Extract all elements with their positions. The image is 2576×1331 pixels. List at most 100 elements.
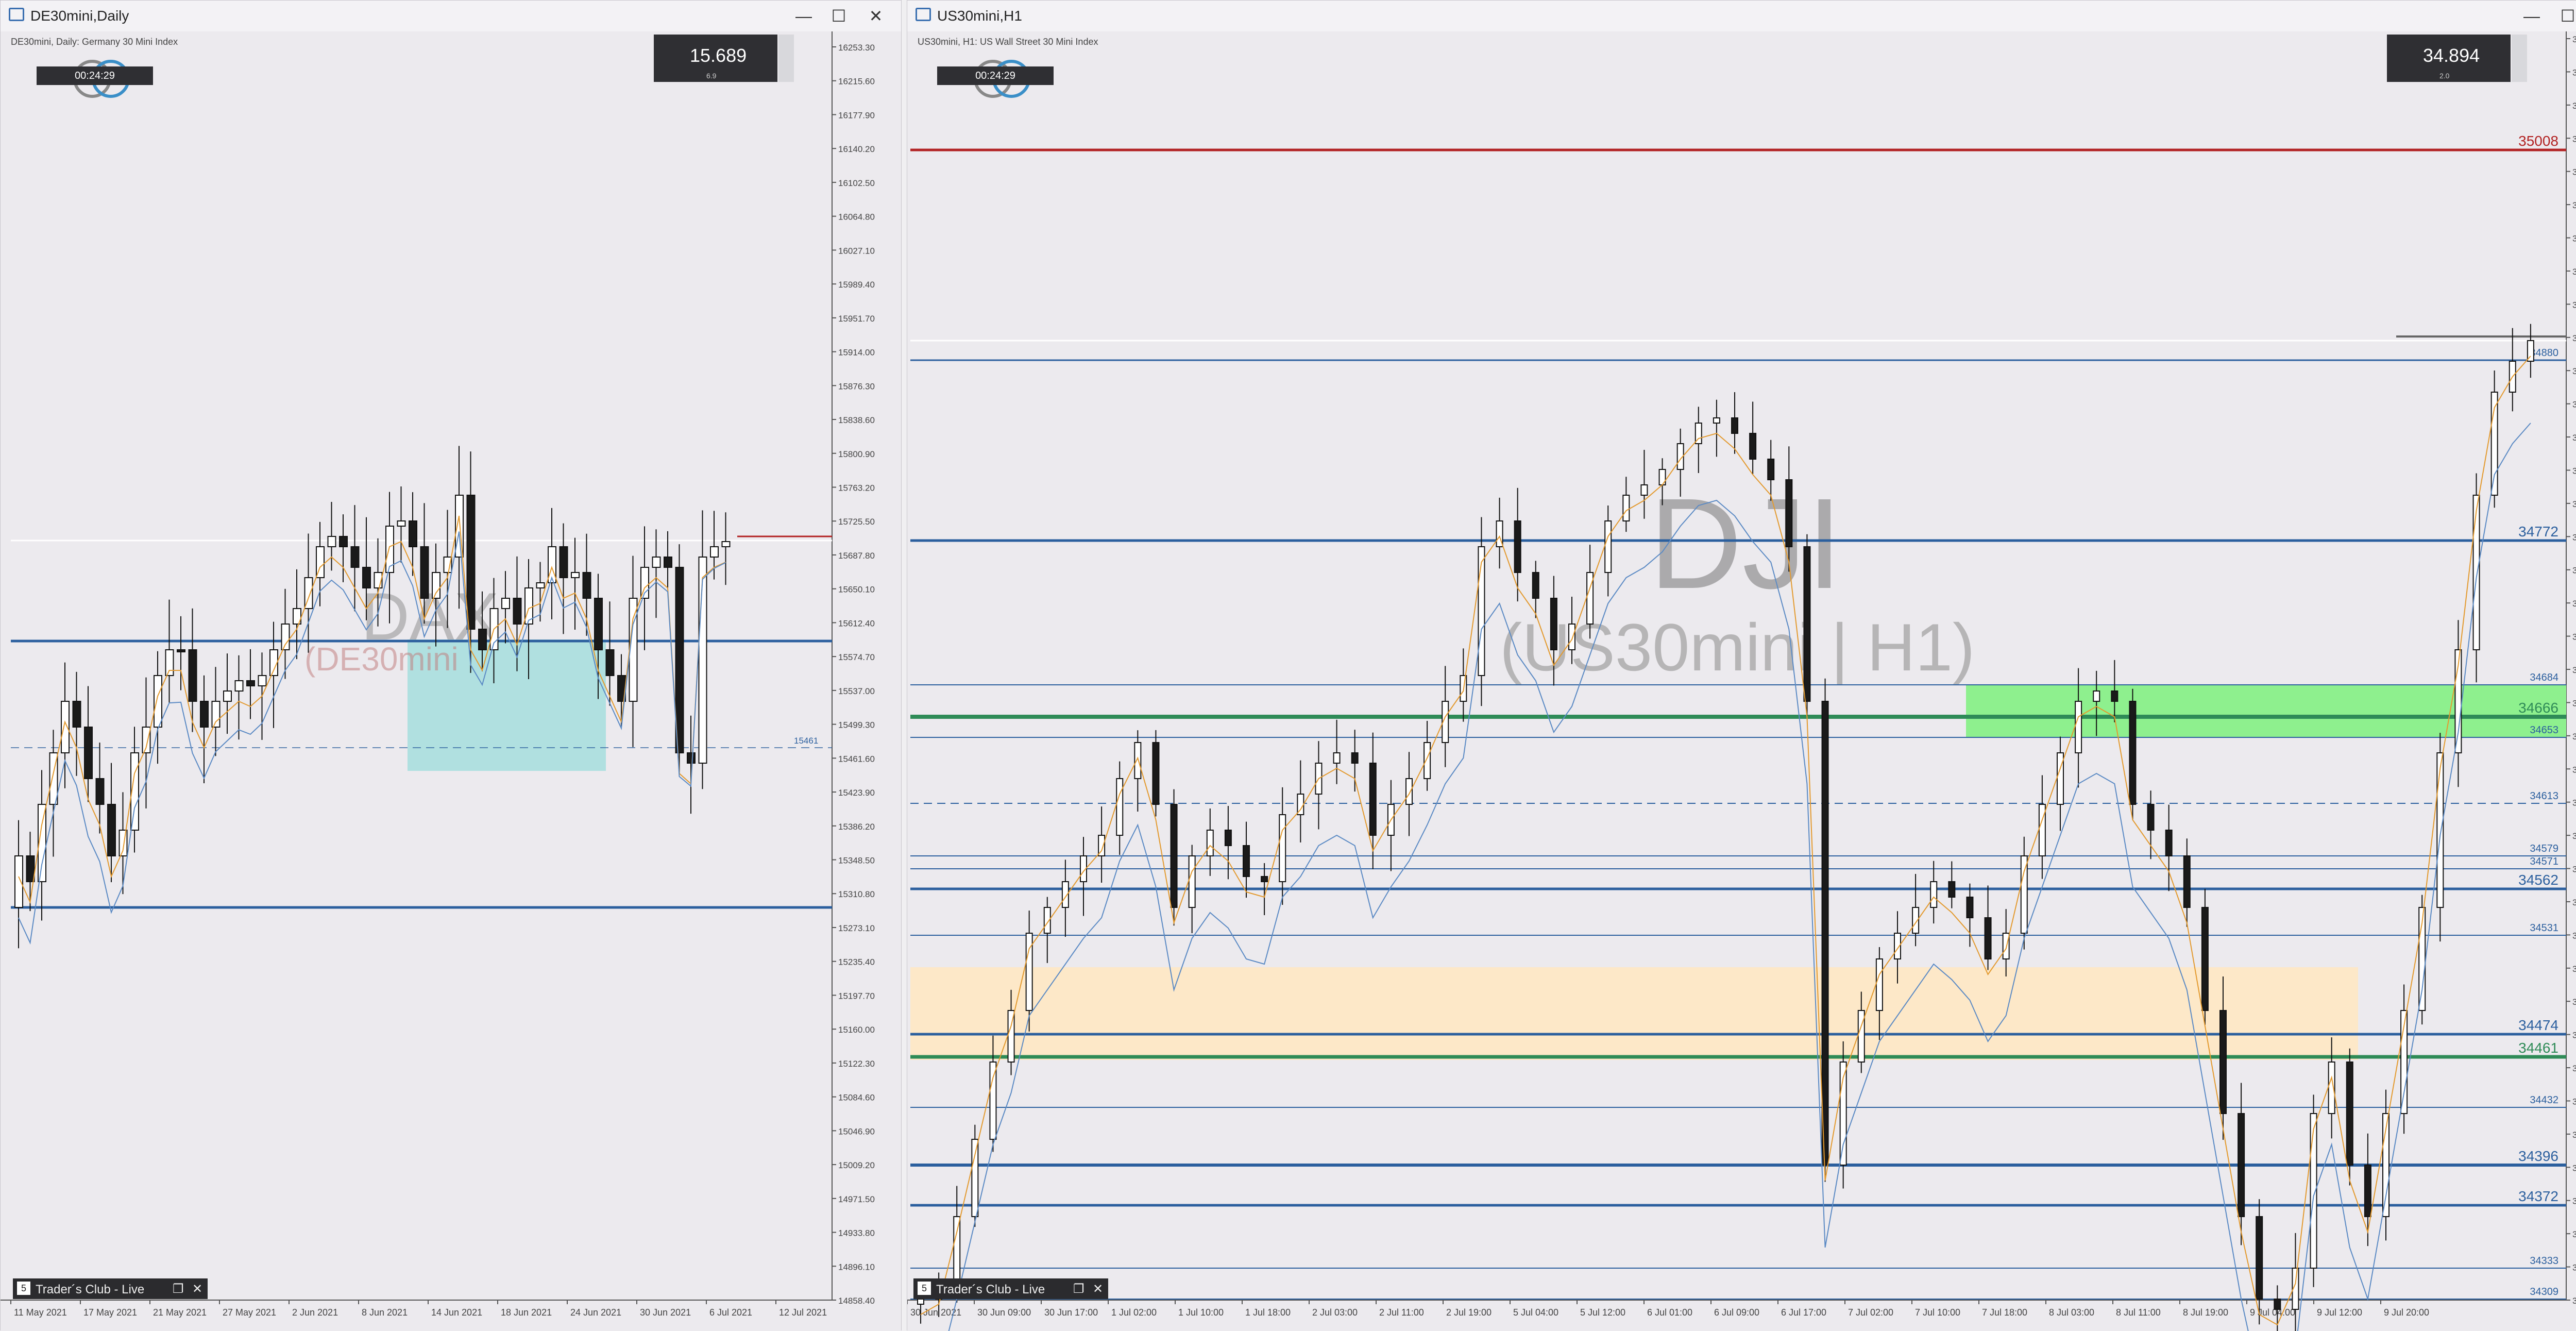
candle-down — [478, 629, 487, 650]
candle-up — [211, 701, 221, 728]
y-tick-label: 35014.50 — [2572, 134, 2576, 144]
candle-down — [1514, 520, 1521, 573]
y-tick-label: 16140.20 — [838, 144, 875, 154]
candle-up — [1875, 958, 1883, 1011]
candle-down — [664, 557, 672, 568]
x-tick-label: 11 May 2021 — [14, 1307, 67, 1318]
maximize-button[interactable]: ☐ — [2556, 5, 2576, 27]
y-tick-label: 14858.40 — [838, 1296, 875, 1306]
candle-up — [1206, 830, 1214, 856]
x-tick-label: 6 Jul 2021 — [709, 1307, 752, 1318]
candle-up — [2038, 804, 2046, 856]
x-tick-label: 7 Jul 18:00 — [1982, 1307, 2027, 1318]
x-tick-label: 9 Jul 20:00 — [2384, 1307, 2429, 1318]
level-label: 34333 — [2530, 1255, 2558, 1267]
left-bottom-tab[interactable]: 5 Trader´s Club - Live ❐ ✕ — [13, 1278, 208, 1299]
close-button[interactable]: ✕ — [864, 5, 888, 27]
y-tick-label: 15499.30 — [838, 720, 875, 730]
tab-close-icon[interactable]: ✕ — [192, 1282, 202, 1296]
candle-down — [1803, 546, 1811, 702]
maximize-button[interactable]: ☐ — [827, 5, 851, 27]
x-tick-label: 21 May 2021 — [153, 1307, 207, 1318]
tab-num-icon: 5 — [918, 1282, 931, 1295]
timer-text: 00:24:29 — [75, 70, 115, 81]
y-tick-label: 34834.50 — [2572, 433, 2576, 443]
x-tick-label: 24 Jun 2021 — [570, 1307, 621, 1318]
x-tick-label: 2 Jul 11:00 — [1379, 1307, 1424, 1318]
candle-up — [327, 536, 336, 547]
y-tick-label: 34554.50 — [2572, 898, 2576, 907]
price-badge-scroll[interactable] — [778, 35, 794, 82]
candle-down — [2238, 1113, 2245, 1217]
y-tick-label: 34474.50 — [2572, 1031, 2576, 1040]
candle-down — [513, 598, 522, 625]
right-bottom-tab[interactable]: 5 Trader´s Club - Live ❐ ✕ — [913, 1278, 1108, 1299]
candle-down — [339, 536, 348, 547]
candle-down — [72, 701, 81, 728]
candle-up — [2057, 752, 2064, 805]
candle-down — [26, 855, 35, 882]
left-timer-badge: 00:24:29 — [37, 66, 153, 85]
left-chart-canvas[interactable]: DE30mini, Daily: Germany 30 Mini Index 16… — [1, 31, 901, 1331]
x-tick-label: 6 Jul 09:00 — [1714, 1307, 1759, 1318]
candle-down — [362, 567, 371, 588]
candle-down — [177, 649, 185, 652]
tab-window-icon[interactable]: ❐ — [173, 1282, 184, 1296]
y-tick-label: 34914.50 — [2572, 300, 2576, 310]
right-chart-window: US30mini,H1 — ☐ ✕ US30mini, H1: US Wall … — [907, 0, 2576, 1331]
y-tick-label: 34614.50 — [2572, 798, 2576, 808]
x-tick-label: 12 Jul 2021 — [779, 1307, 827, 1318]
candle-down — [2256, 1216, 2263, 1300]
level-label: 34579 — [2530, 843, 2558, 854]
y-tick-label: 16102.50 — [838, 178, 875, 188]
candle-up — [698, 557, 707, 764]
y-tick-label: 35074.50 — [2572, 35, 2576, 44]
x-tick-label: 8 Jul 11:00 — [2116, 1307, 2161, 1318]
candle-up — [258, 675, 267, 686]
candle-down — [2219, 1010, 2227, 1114]
y-tick-label: 15800.90 — [838, 449, 875, 459]
y-tick-label: 15951.70 — [838, 314, 875, 324]
level-label: 34531 — [2530, 922, 2558, 934]
price-badge-scroll[interactable] — [2512, 35, 2527, 82]
y-tick-label: 34974.50 — [2572, 200, 2576, 210]
x-tick-label: 7 Jul 02:00 — [1848, 1307, 1893, 1318]
level-label: 15461 — [794, 736, 818, 746]
y-tick-label: 15122.30 — [838, 1059, 875, 1069]
candle-up — [165, 649, 174, 676]
x-tick-label: 9 Jul 12:00 — [2317, 1307, 2362, 1318]
minimize-button[interactable]: — — [792, 5, 816, 27]
tab-close-icon[interactable]: ✕ — [1093, 1282, 1103, 1296]
y-tick-label: 15386.20 — [838, 822, 875, 832]
right-titlebar[interactable]: US30mini,H1 — ☐ ✕ — [907, 1, 2576, 32]
x-tick-label: 8 Jul 19:00 — [2183, 1307, 2228, 1318]
candle-up — [710, 546, 719, 558]
y-tick-label: 34454.50 — [2572, 1064, 2576, 1073]
level-label: 34684 — [2530, 672, 2558, 683]
level-label: 34562 — [2518, 872, 2558, 888]
watermark-main: DJI — [1649, 471, 1842, 615]
y-tick-label: 34414.50 — [2572, 1130, 2576, 1140]
candle-up — [1188, 855, 1196, 908]
minimize-button[interactable]: — — [2520, 5, 2544, 27]
y-tick-label: 35054.50 — [2572, 68, 2576, 77]
y-tick-label: 15423.90 — [838, 788, 875, 798]
candle-down — [1767, 459, 1775, 480]
y-tick-label: 34534.50 — [2572, 931, 2576, 940]
right-chart-canvas[interactable]: US30mini, H1: US Wall Street 30 Mini Ind… — [907, 31, 2576, 1331]
candle-up — [1568, 624, 1575, 650]
candle-up — [1857, 1010, 1865, 1063]
x-tick-label: 2 Jul 19:00 — [1446, 1307, 1492, 1318]
candle-up — [2075, 701, 2082, 753]
left-titlebar[interactable]: DE30mini,Daily — ☐ ✕ — [1, 1, 901, 32]
candle-up — [2093, 690, 2100, 702]
level-label: 35008 — [2518, 133, 2558, 149]
tab-window-icon[interactable]: ❐ — [1073, 1282, 1084, 1296]
candle-up — [1333, 752, 1341, 764]
y-tick-label: 34514.50 — [2572, 964, 2576, 974]
price-small: 6.9 — [706, 72, 717, 80]
y-tick-label: 34314.50 — [2572, 1296, 2576, 1306]
y-tick-label: 14896.10 — [838, 1262, 875, 1272]
x-tick-label: 14 Jun 2021 — [431, 1307, 482, 1318]
x-tick-label: 17 May 2021 — [83, 1307, 137, 1318]
